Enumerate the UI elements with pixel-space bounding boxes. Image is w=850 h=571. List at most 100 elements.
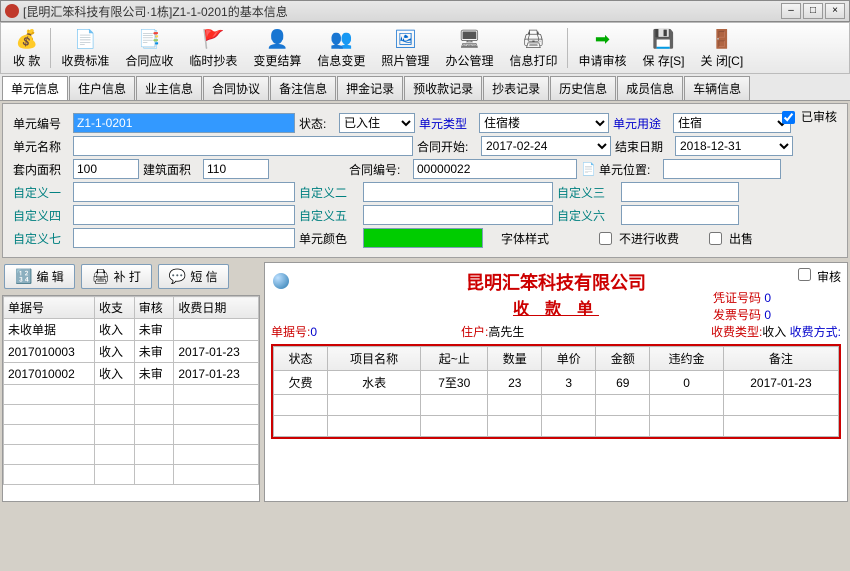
toolbar-合同应收[interactable]: 📑合同应收 <box>117 24 181 72</box>
input-c6[interactable] <box>621 205 739 225</box>
receipt-header-cell[interactable]: 项目名称 <box>327 347 420 371</box>
label-font-style: 字体样式 <box>501 230 557 247</box>
table-row <box>4 465 259 485</box>
unit-color-swatch[interactable] <box>363 228 483 248</box>
toolbar-icon: 🖥 <box>457 28 481 52</box>
receipt-row[interactable]: 欠费水表7至302336902017-01-23 <box>274 371 839 395</box>
tab-历史信息[interactable]: 历史信息 <box>550 76 616 100</box>
receipt-panel: 审核 昆明汇笨科技有限公司 收 款 单 凭证号码 0 发票号码 0 单据号:0 … <box>264 262 848 502</box>
for-sale-label: 出售 <box>729 230 753 247</box>
table-row[interactable]: 未收单据收入未审 <box>4 319 259 341</box>
toolbar-临时抄表[interactable]: 🚩临时抄表 <box>181 24 245 72</box>
tab-住户信息[interactable]: 住户信息 <box>69 76 135 100</box>
toolbar-关 闭[C][interactable]: 🚪关 闭[C] <box>693 24 752 72</box>
receipt-header-cell[interactable]: 起~止 <box>421 347 488 371</box>
contract-lookup-icon[interactable]: 📄 <box>581 162 595 176</box>
tab-备注信息[interactable]: 备注信息 <box>270 76 336 100</box>
tab-抄表记录[interactable]: 抄表记录 <box>483 76 549 100</box>
bill-grid[interactable]: 单据号收支审核收费日期未收单据收入未审2017010003收入未审2017-01… <box>2 295 260 502</box>
receipt-table[interactable]: 状态项目名称起~止数量单价金额违约金备注欠费水表7至302336902017-0… <box>273 346 839 437</box>
reprint-button[interactable]: 🖨补 打 <box>81 264 152 289</box>
close-button[interactable]: × <box>825 3 845 19</box>
audited-checkbox[interactable] <box>782 111 795 124</box>
grid-header[interactable]: 收费日期 <box>174 297 259 319</box>
select-contract-start[interactable]: 2017-02-24 <box>481 136 611 156</box>
tab-单元信息[interactable]: 单元信息 <box>2 76 68 100</box>
toolbar-保 存[S][interactable]: 💾保 存[S] <box>634 24 692 72</box>
maximize-button[interactable]: □ <box>803 3 823 19</box>
input-c4[interactable] <box>73 205 295 225</box>
toolbar-办公管理[interactable]: 🖥办公管理 <box>437 24 501 72</box>
window-buttons: – □ × <box>781 3 845 19</box>
toolbar-收 款[interactable]: 💰收 款 <box>5 24 48 72</box>
label-c4: 自定义四 <box>13 207 69 224</box>
table-row[interactable]: 2017010002收入未审2017-01-23 <box>4 363 259 385</box>
toolbar-label: 申请审核 <box>578 52 626 69</box>
grid-header[interactable]: 单据号 <box>4 297 95 319</box>
input-unit-no[interactable] <box>73 113 295 133</box>
grid-header[interactable]: 收支 <box>95 297 135 319</box>
receipt-header-cell[interactable]: 备注 <box>723 347 838 371</box>
for-sale-checkbox[interactable] <box>709 232 722 245</box>
receipt-header-cell[interactable]: 违约金 <box>650 347 724 371</box>
select-end-date[interactable]: 2018-12-31 <box>675 136 793 156</box>
input-c1[interactable] <box>73 182 295 202</box>
tab-成员信息[interactable]: 成员信息 <box>617 76 683 100</box>
receipt-row <box>274 395 839 416</box>
label-inner-area: 套内面积 <box>13 161 69 178</box>
grid-header[interactable]: 审核 <box>134 297 174 319</box>
input-unit-pos[interactable] <box>663 159 781 179</box>
receipt-header-cell[interactable]: 金额 <box>596 347 650 371</box>
toolbar-label: 收 款 <box>13 52 40 69</box>
tab-押金记录[interactable]: 押金记录 <box>337 76 403 100</box>
toolbar-icon: 🚪 <box>710 28 734 52</box>
label-c5: 自定义五 <box>299 207 359 224</box>
receipt-table-wrap: 状态项目名称起~止数量单价金额违约金备注欠费水表7至302336902017-0… <box>271 344 841 439</box>
select-unit-type[interactable]: 住宿楼 <box>479 113 609 133</box>
label-c1: 自定义一 <box>13 184 69 201</box>
tab-业主信息[interactable]: 业主信息 <box>136 76 202 100</box>
toolbar-icon: 👤 <box>265 28 289 52</box>
input-unit-name[interactable] <box>73 136 413 156</box>
input-c3[interactable] <box>621 182 739 202</box>
input-inner-area[interactable] <box>73 159 139 179</box>
label-end-date: 结束日期 <box>615 138 671 155</box>
input-contract-no[interactable] <box>413 159 577 179</box>
toolbar-申请审核[interactable]: ➡申请审核 <box>570 24 634 72</box>
toolbar-信息变更[interactable]: 👥信息变更 <box>309 24 373 72</box>
toolbar-变更结算[interactable]: 👤变更结算 <box>245 24 309 72</box>
sms-icon: 💬 <box>169 268 186 285</box>
toolbar-照片管理[interactable]: 🖼照片管理 <box>373 24 437 72</box>
sms-button[interactable]: 💬短 信 <box>158 264 229 289</box>
toolbar-icon: 🚩 <box>201 28 225 52</box>
select-unit-use[interactable]: 住宿 <box>673 113 791 133</box>
input-c7[interactable] <box>73 228 295 248</box>
label-c7: 自定义七 <box>13 230 69 247</box>
toolbar-label: 信息打印 <box>509 52 557 69</box>
input-build-area[interactable] <box>203 159 269 179</box>
toolbar-label: 临时抄表 <box>189 52 237 69</box>
tab-合同协议[interactable]: 合同协议 <box>203 76 269 100</box>
tab-预收款记录[interactable]: 预收款记录 <box>404 76 482 100</box>
receipt-header-cell[interactable]: 数量 <box>488 347 542 371</box>
toolbar-收费标准[interactable]: 📄收费标准 <box>53 24 117 72</box>
receipt-row <box>274 416 839 437</box>
edit-button[interactable]: 🔢编 辑 <box>4 264 75 289</box>
toolbar-icon: 👥 <box>329 28 353 52</box>
receipt-header-cell[interactable]: 状态 <box>274 347 328 371</box>
receipt-header-cell[interactable]: 单价 <box>542 347 596 371</box>
table-row[interactable]: 2017010003收入未审2017-01-23 <box>4 341 259 363</box>
label-build-area: 建筑面积 <box>143 161 199 178</box>
tab-车辆信息[interactable]: 车辆信息 <box>684 76 750 100</box>
label-unit-name: 单元名称 <box>13 138 69 155</box>
toolbar-icon: 🖨 <box>521 28 545 52</box>
input-c2[interactable] <box>363 182 553 202</box>
toolbar-icon: 📄 <box>73 28 97 52</box>
select-state[interactable]: 已入住 <box>339 113 415 133</box>
no-charge-checkbox[interactable] <box>599 232 612 245</box>
toolbar-信息打印[interactable]: 🖨信息打印 <box>501 24 565 72</box>
minimize-button[interactable]: – <box>781 3 801 19</box>
input-c5[interactable] <box>363 205 553 225</box>
edit-icon: 🔢 <box>15 268 32 285</box>
table-row <box>4 405 259 425</box>
